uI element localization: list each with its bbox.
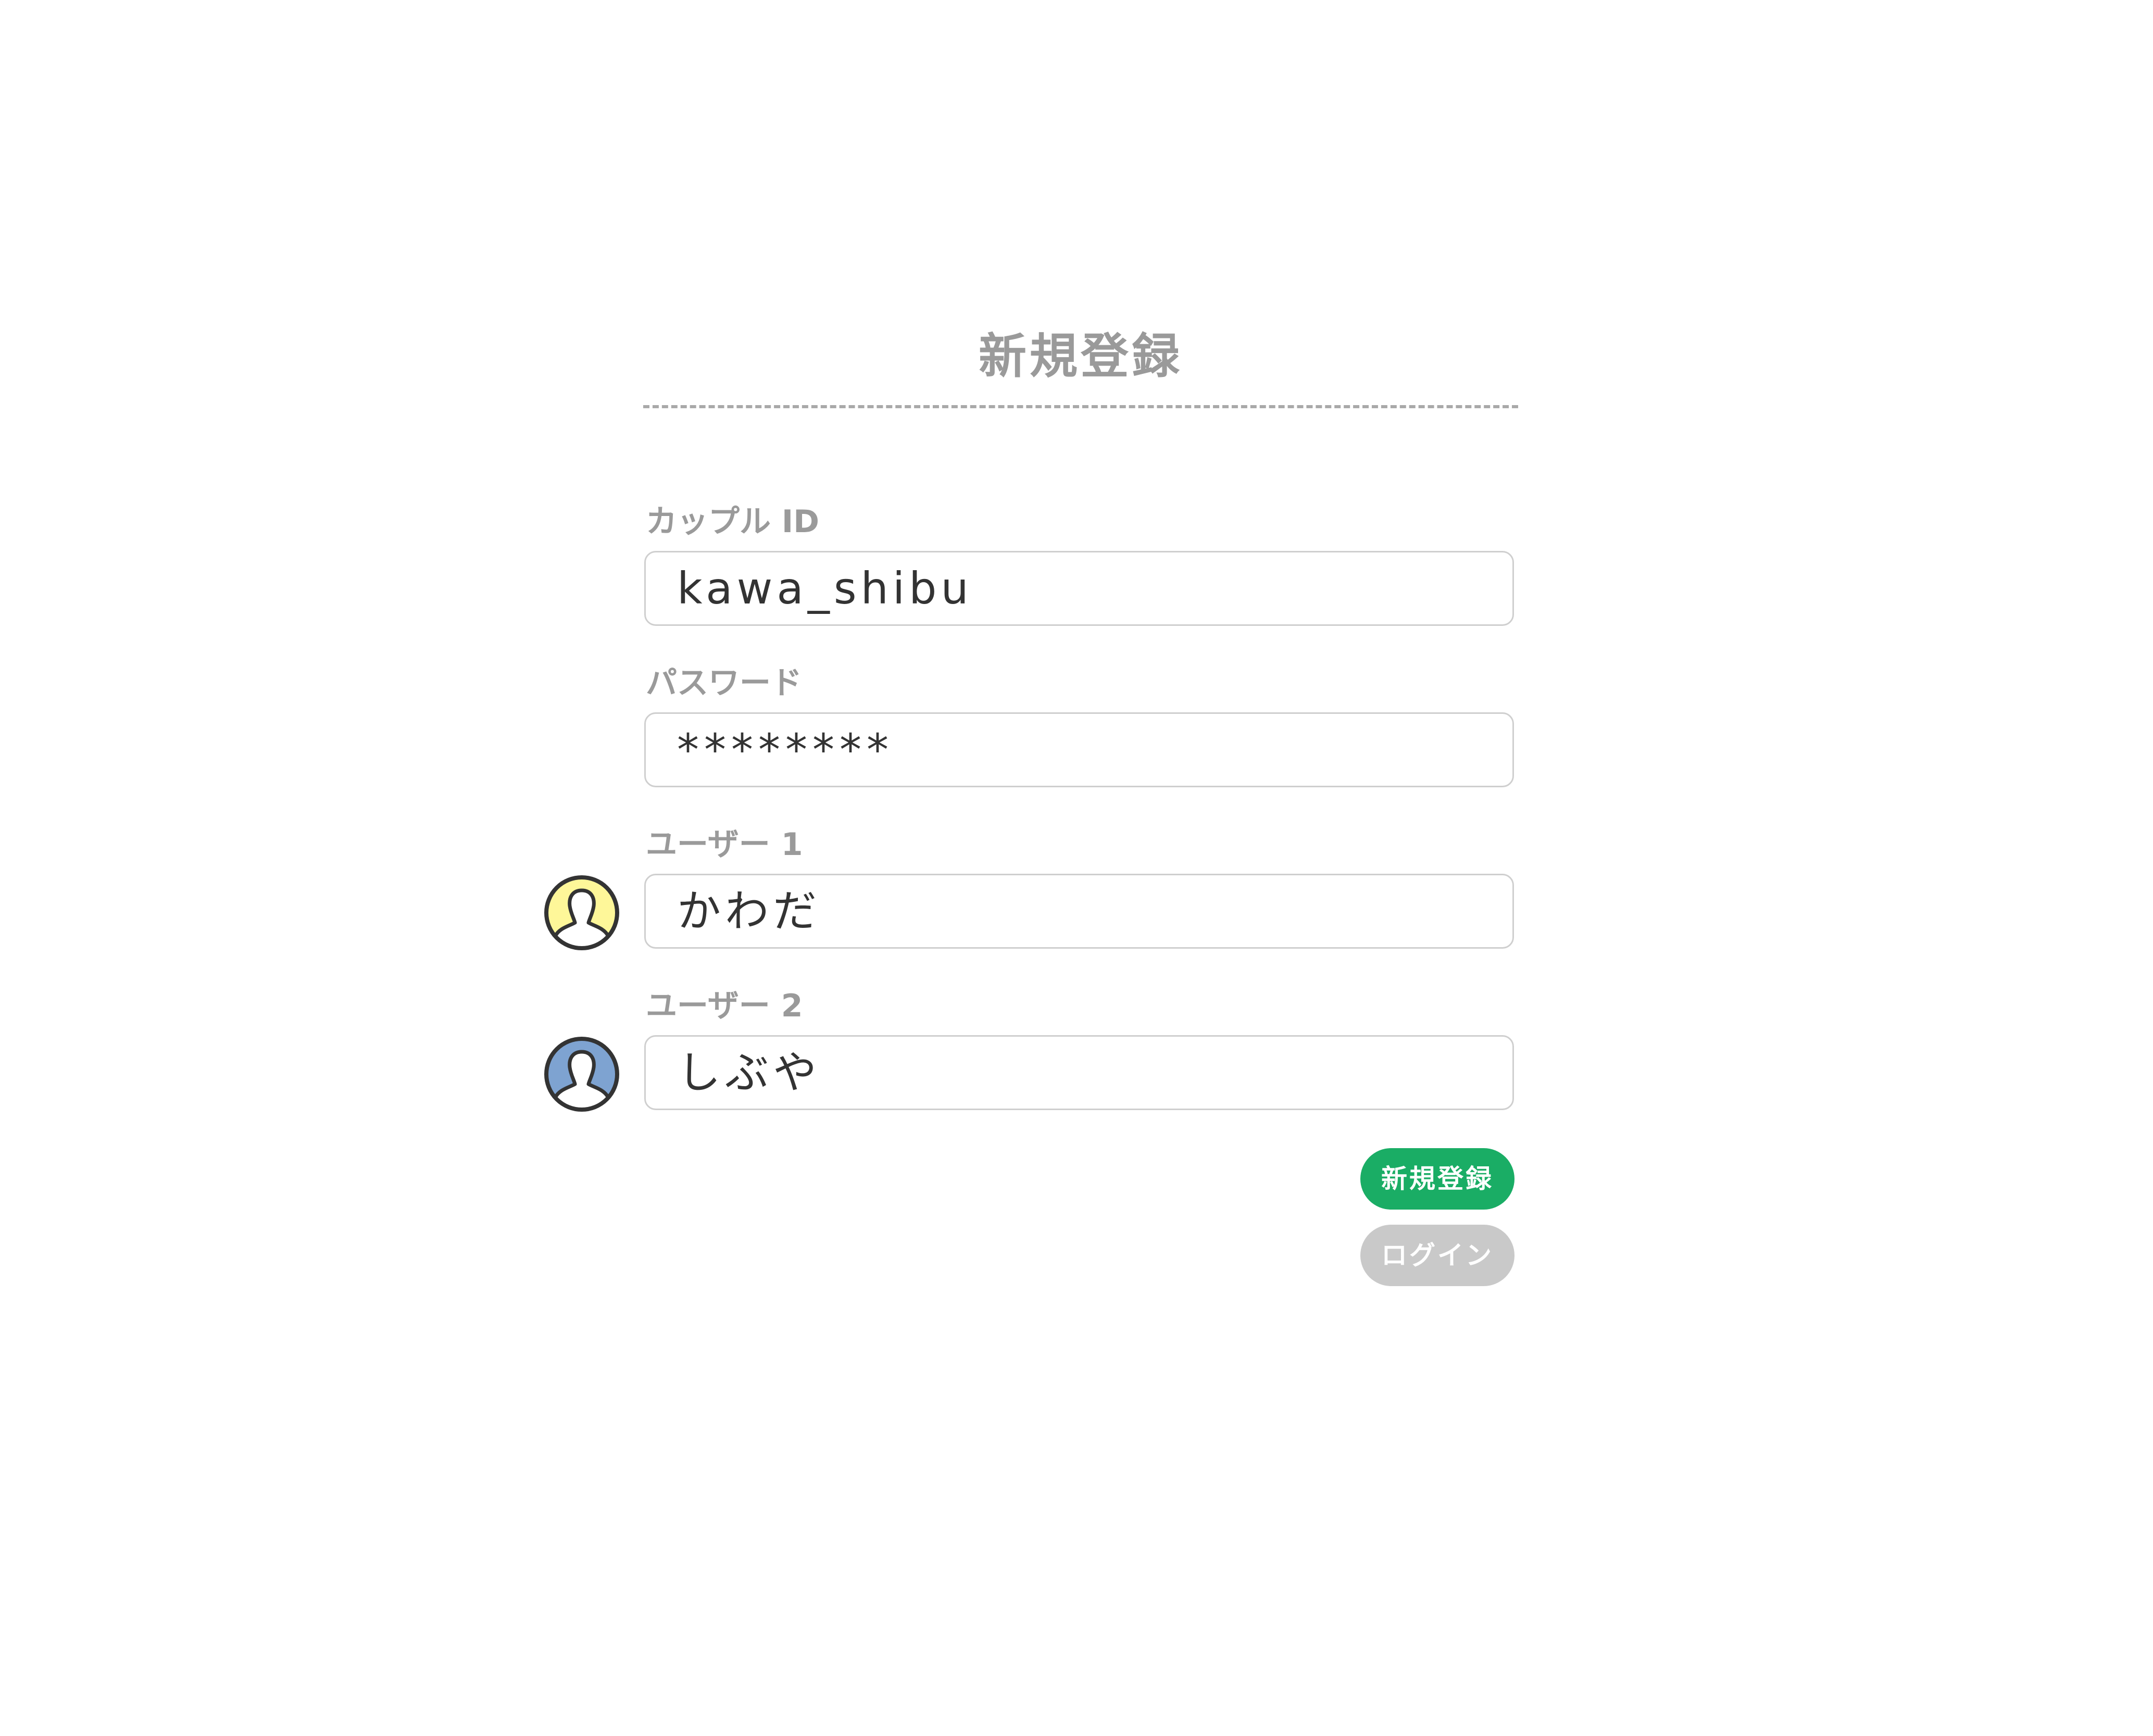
title-divider	[643, 405, 1518, 408]
user1-label: ユーザー 1	[646, 826, 803, 863]
login-button[interactable]: ログイン	[1360, 1225, 1514, 1286]
password-label: パスワード	[646, 665, 802, 701]
user2-label: ユーザー 2	[646, 988, 803, 1024]
user2-avatar-icon[interactable]	[543, 1035, 621, 1113]
user2-value: しぶや	[677, 1047, 821, 1098]
couple-id-value: kawa_shibu	[677, 563, 973, 614]
user1-field[interactable]: かわだ	[644, 874, 1514, 949]
page-title: 新規登録	[978, 329, 1183, 384]
couple-id-field[interactable]: kawa_shibu	[644, 551, 1514, 626]
user2-field[interactable]: しぶや	[644, 1035, 1514, 1110]
couple-id-label: カップル ID	[646, 504, 820, 540]
user1-value: かわだ	[677, 886, 821, 937]
password-value: ********	[677, 724, 894, 775]
password-field[interactable]: ********	[644, 712, 1514, 787]
user1-avatar-icon[interactable]	[543, 874, 621, 952]
register-button[interactable]: 新規登録	[1360, 1148, 1514, 1210]
